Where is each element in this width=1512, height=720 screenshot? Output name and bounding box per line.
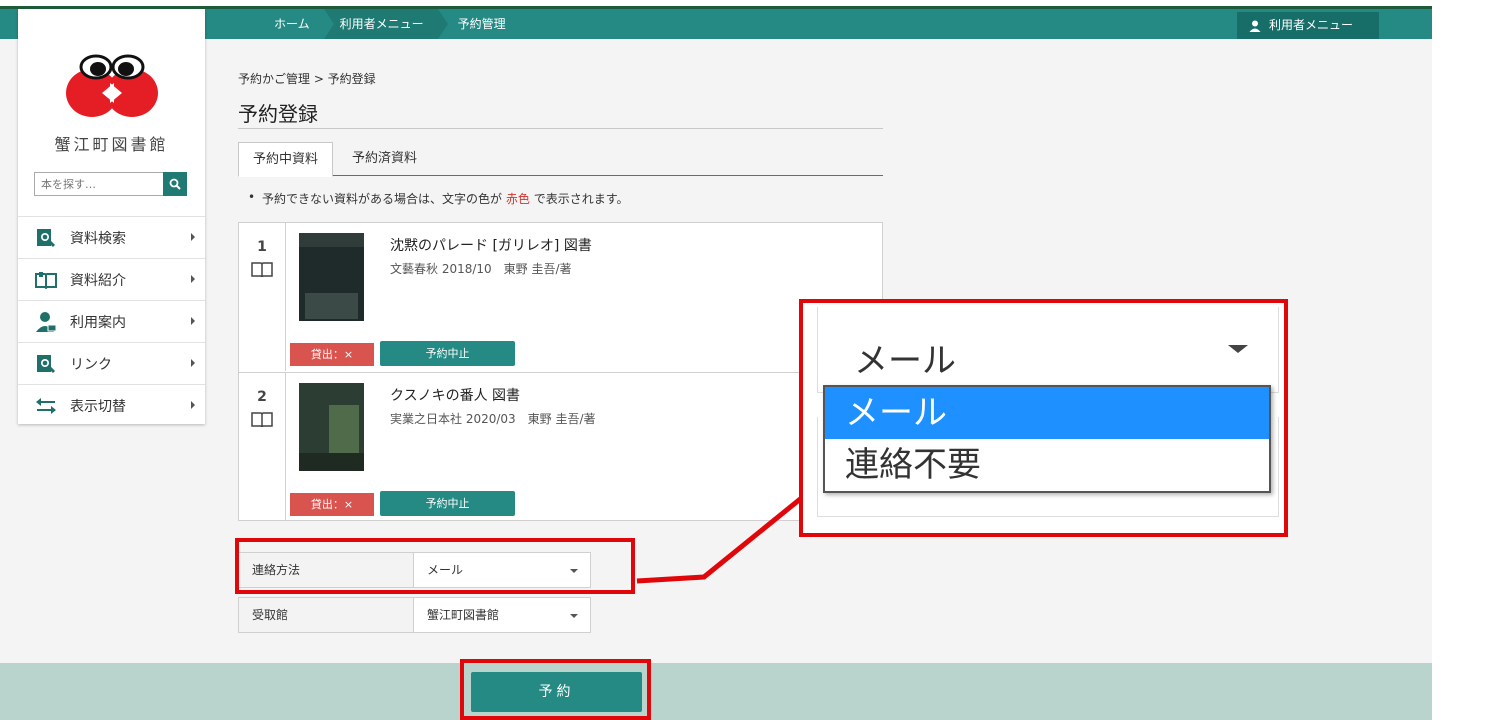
- notice-after: で表示されます。: [533, 192, 629, 206]
- breadcrumb: 予約かご管理 > 予約登録: [238, 72, 376, 86]
- person-guide-icon: [34, 311, 58, 333]
- tab-reserved[interactable]: 予約済資料: [338, 142, 431, 176]
- sidebar-item-label: 資料紹介: [70, 272, 126, 289]
- book-meta: 文藝春秋 2018/10 東野 圭吾/著: [390, 262, 572, 276]
- crumb-home[interactable]: ホーム: [258, 9, 334, 39]
- loan-status-badge: 貸出：×: [290, 343, 374, 366]
- sidebar-item-label: 利用案内: [70, 314, 126, 331]
- zoom-dropdown-list: メール 連絡不要: [823, 385, 1271, 493]
- zoom-option-no-contact[interactable]: 連絡不要: [825, 439, 1269, 491]
- list-item: 2 クスノキの番人 図書 実業之日本社 2020/03 東野 圭吾/著 貸出：×…: [239, 372, 882, 521]
- item-number-cell: 1: [239, 223, 286, 371]
- sidebar-item-label: 表示切替: [70, 398, 126, 415]
- library-name: 蟹江町図書館: [54, 135, 169, 154]
- sidebar-item-label: リンク: [70, 356, 112, 373]
- sidebar-search: [34, 172, 187, 196]
- cancel-reservation-button[interactable]: 予約中止: [380, 341, 515, 366]
- crumb-user-menu[interactable]: 利用者メニュー: [323, 9, 448, 39]
- sidebar-item-introduction[interactable]: 資料紹介: [18, 258, 205, 300]
- notice-red-word: 赤色: [505, 192, 530, 206]
- chevron-right-icon: [191, 233, 195, 241]
- book-title[interactable]: 沈黙のパレード [ガリレオ] 図書: [390, 235, 592, 255]
- notice-before: 予約できない資料がある場合は、文字の色が: [262, 192, 503, 206]
- swap-arrows-icon: [34, 395, 58, 417]
- top-navigation-bar: ホーム 利用者メニュー 予約管理 利用者メニュー: [0, 9, 1432, 39]
- header-breadcrumb: ホーム 利用者メニュー 予約管理: [258, 9, 520, 39]
- search-button[interactable]: [163, 172, 187, 196]
- book-title[interactable]: クスノキの番人 図書: [390, 385, 520, 405]
- user-icon: [1249, 20, 1261, 32]
- tab-reserving[interactable]: 予約中資料: [238, 142, 334, 177]
- pickup-library-label: 受取館: [239, 598, 414, 632]
- reservation-list: 1 沈黙のパレード [ガリレオ] 図書 文藝春秋 2018/10 東野 圭吾/著…: [238, 222, 883, 521]
- search-document-icon: [34, 227, 58, 249]
- zoom-content: メール メール 連絡不要: [809, 307, 1279, 529]
- list-item: 1 沈黙のパレード [ガリレオ] 図書 文藝春秋 2018/10 東野 圭吾/著…: [239, 223, 882, 372]
- search-icon: [169, 178, 181, 190]
- user-menu-button[interactable]: 利用者メニュー: [1237, 12, 1379, 39]
- book-cover-image: [299, 233, 364, 321]
- title-divider: [238, 128, 883, 129]
- notice-text: 予約できない資料がある場合は、文字の色が 赤色 で表示されます。: [248, 190, 629, 207]
- sidebar-item-label: 資料検索: [70, 230, 126, 247]
- reserve-button-highlight: [460, 659, 651, 720]
- tab-bar: 予約中資料 予約済資料: [238, 142, 883, 177]
- book-icon: [251, 262, 273, 277]
- chevron-right-icon: [191, 317, 195, 325]
- page-title: 予約登録: [238, 102, 318, 126]
- sidebar-item-guide[interactable]: 利用案内: [18, 300, 205, 342]
- chevron-right-icon: [191, 359, 195, 367]
- chevron-down-icon: [1228, 345, 1248, 353]
- chevron-down-icon: [570, 614, 578, 618]
- open-book-icon: [34, 269, 58, 291]
- user-menu-label: 利用者メニュー: [1269, 18, 1354, 32]
- zoom-option-mail[interactable]: メール: [825, 387, 1269, 439]
- contact-method-highlight: [235, 538, 635, 594]
- footer-bar: [0, 663, 1432, 720]
- sidebar-item-search[interactable]: 資料検索: [18, 216, 205, 258]
- dropdown-zoom-callout: メール メール 連絡不要: [799, 299, 1288, 537]
- chevron-right-icon: [191, 275, 195, 283]
- sidebar-nav: 資料検索 資料紹介 利用案内 リンク 表示切替: [18, 216, 205, 426]
- crumb-reservation-management[interactable]: 予約管理: [438, 9, 520, 39]
- search-input[interactable]: [34, 172, 163, 196]
- loan-status-badge: 貸出：×: [290, 493, 374, 516]
- chevron-right-icon: [191, 401, 195, 409]
- book-meta: 実業之日本社 2020/03 東野 圭吾/著: [390, 412, 596, 426]
- sidebar: 蟹江町図書館 資料検索 資料紹介: [18, 9, 205, 424]
- item-number-cell: 2: [239, 373, 286, 521]
- zoom-select-field: メール: [817, 307, 1279, 393]
- pickup-library-row: 受取館 蟹江町図書館: [238, 597, 591, 633]
- sidebar-item-display-switch[interactable]: 表示切替: [18, 384, 205, 426]
- sidebar-item-links[interactable]: リンク: [18, 342, 205, 384]
- item-number: 1: [257, 239, 267, 255]
- pickup-library-select[interactable]: 蟹江町図書館: [427, 598, 499, 632]
- book-icon: [251, 412, 273, 427]
- cancel-reservation-button[interactable]: 予約中止: [380, 491, 515, 516]
- link-document-icon: [34, 353, 58, 375]
- library-logo-icon: [66, 54, 158, 117]
- book-cover-image: [299, 383, 364, 471]
- item-number: 2: [257, 389, 267, 405]
- zoom-selected-value: メール: [854, 341, 956, 381]
